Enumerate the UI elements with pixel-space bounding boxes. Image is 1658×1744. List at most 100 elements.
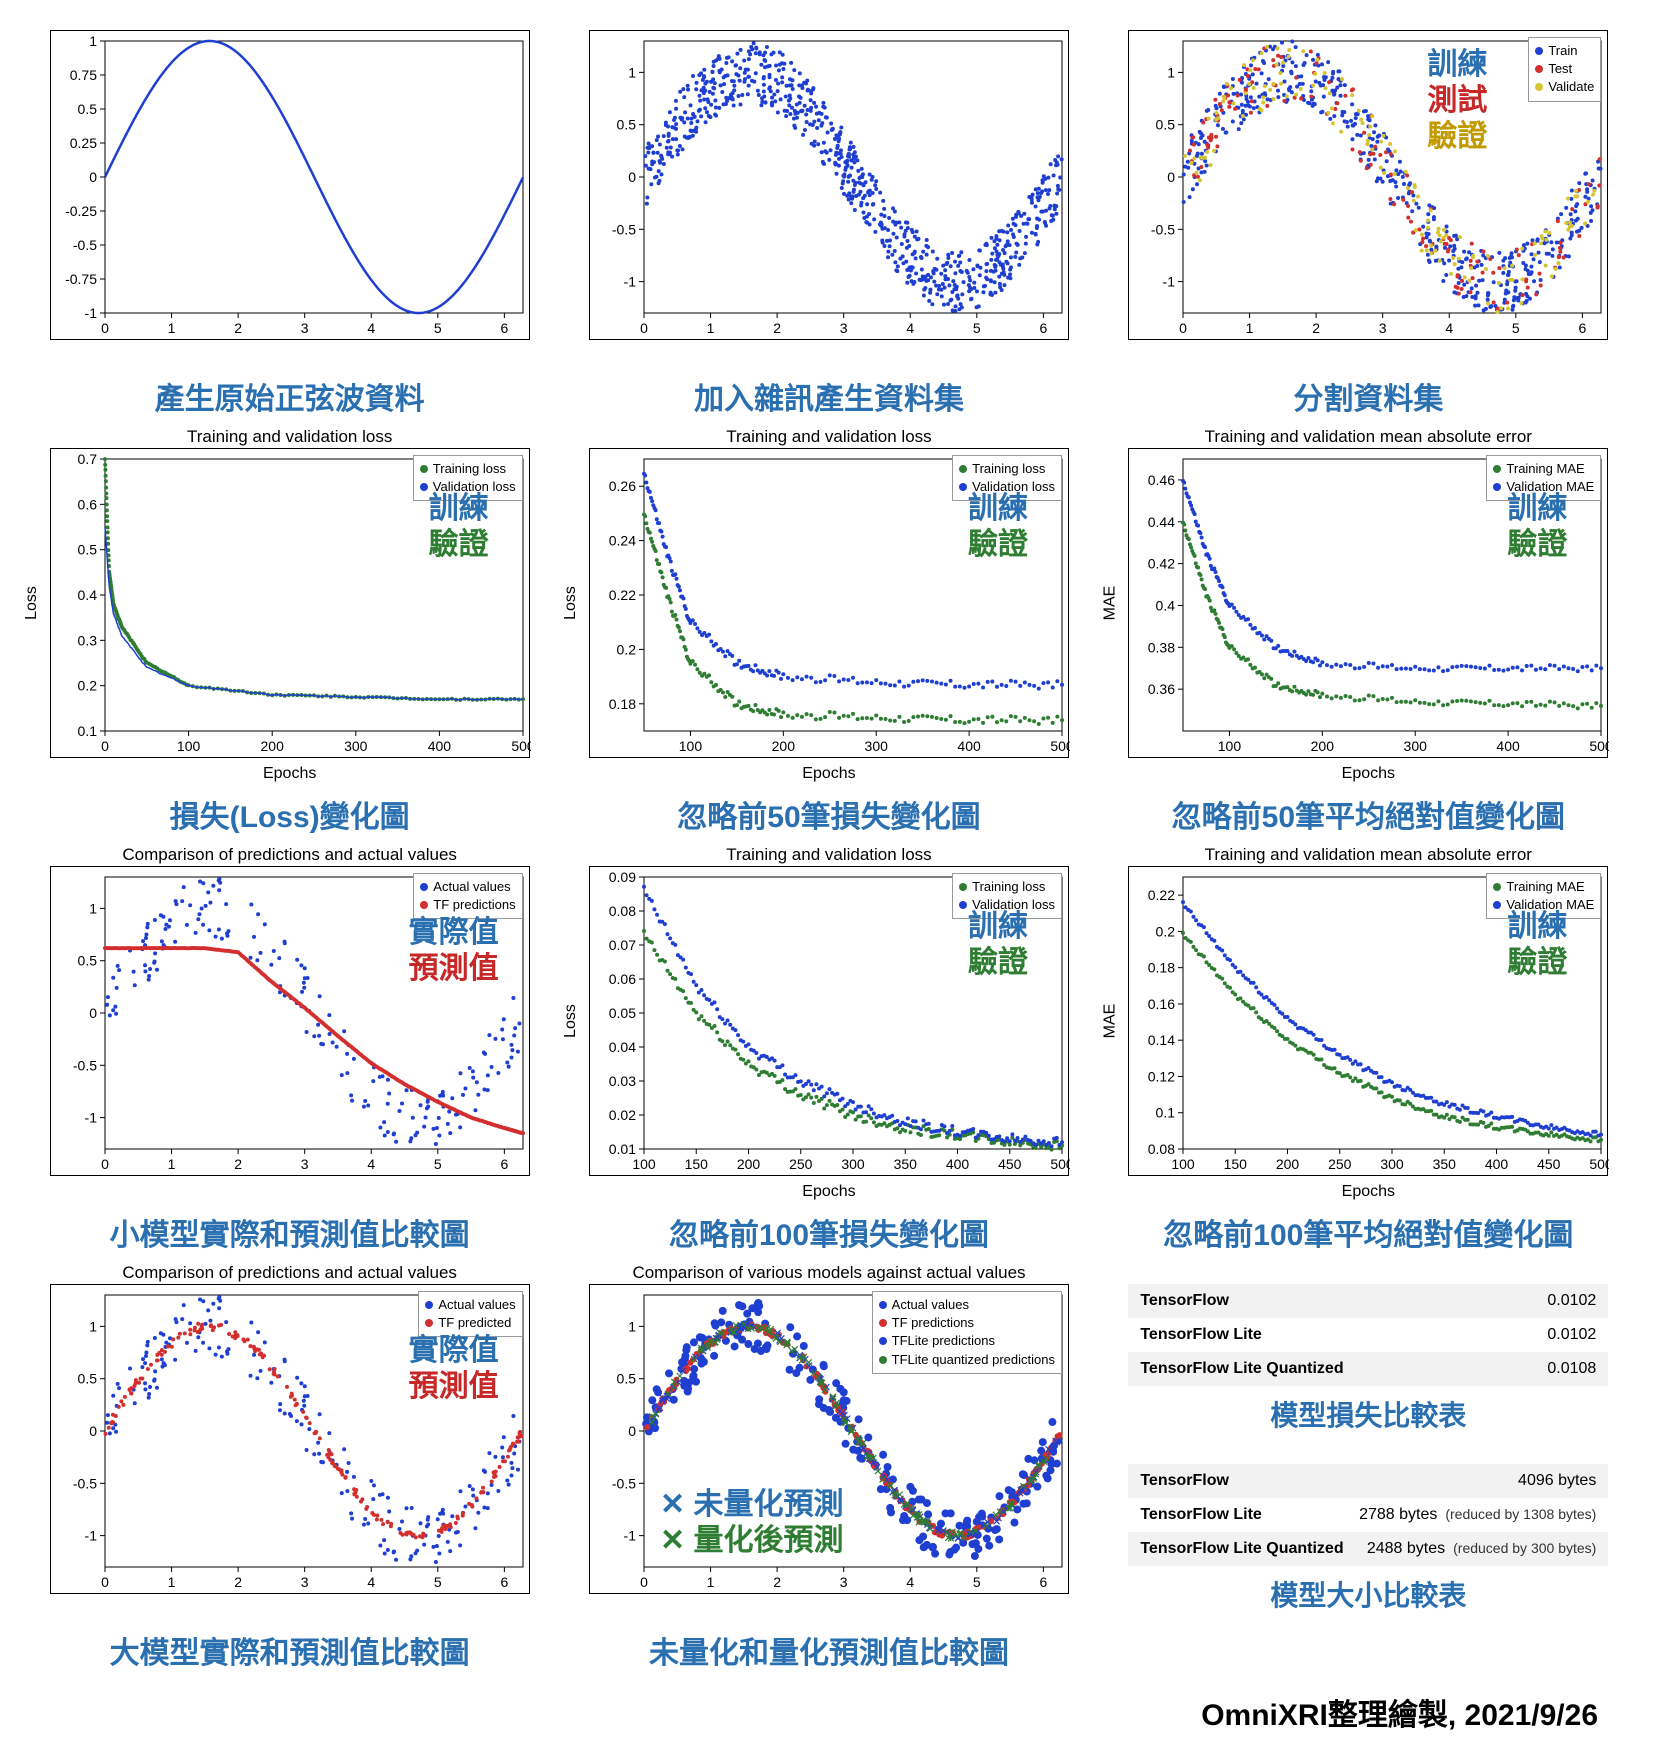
svg-text:0.22: 0.22: [609, 587, 636, 603]
svg-text:0.12: 0.12: [1148, 1068, 1175, 1084]
svg-text:0.3: 0.3: [77, 632, 97, 648]
svg-text:0: 0: [101, 320, 109, 336]
legend: Training MAEValidation MAE: [1486, 873, 1601, 919]
svg-text:300: 300: [1381, 1156, 1405, 1172]
svg-text:0.07: 0.07: [609, 937, 636, 953]
chart-title: Comparison of predictions and actual val…: [51, 1263, 529, 1283]
svg-text:0.5: 0.5: [1156, 117, 1176, 133]
svg-text:500: 500: [1590, 1156, 1610, 1172]
svg-text:100: 100: [679, 738, 703, 754]
svg-text:6: 6: [1039, 320, 1047, 336]
svg-text:-1: -1: [624, 274, 637, 290]
svg-text:1: 1: [167, 1156, 175, 1172]
svg-text:450: 450: [1537, 1156, 1561, 1172]
svg-text:3: 3: [300, 320, 308, 336]
svg-text:1: 1: [89, 1318, 97, 1334]
svg-text:4: 4: [367, 1156, 375, 1172]
svg-text:6: 6: [500, 320, 508, 336]
svg-text:-0.5: -0.5: [73, 237, 97, 253]
svg-text:6: 6: [1039, 1574, 1047, 1590]
legend: Training lossValidation loss: [952, 873, 1062, 919]
caption: 忽略前50筆平均絕對值變化圖: [1172, 792, 1565, 836]
svg-text:500: 500: [1050, 738, 1070, 754]
chart-title: Training and validation loss: [590, 427, 1068, 447]
svg-text:0.2: 0.2: [617, 641, 637, 657]
svg-text:400: 400: [1497, 738, 1521, 754]
caption: 分割資料集: [1293, 374, 1443, 418]
svg-text:0: 0: [640, 320, 648, 336]
svg-text:0.01: 0.01: [609, 1141, 636, 1157]
svg-text:350: 350: [894, 1156, 918, 1172]
svg-text:-0.25: -0.25: [65, 203, 97, 219]
svg-text:4: 4: [367, 320, 375, 336]
chart-c7: Comparison of predictions and actual val…: [40, 866, 539, 1254]
legend: Training lossValidation loss: [413, 455, 523, 501]
chart-c6: Training and validation mean absolute er…: [1119, 448, 1618, 836]
svg-text:-0.5: -0.5: [73, 1475, 97, 1491]
svg-text:1: 1: [628, 64, 636, 80]
chart-title: Comparison of predictions and actual val…: [51, 845, 529, 865]
svg-text:100: 100: [177, 738, 201, 754]
chart-c9: Training and validation mean absolute er…: [1119, 866, 1618, 1254]
svg-text:0.03: 0.03: [609, 1073, 636, 1089]
svg-text:0.7: 0.7: [77, 451, 97, 467]
svg-text:6: 6: [500, 1574, 508, 1590]
svg-text:3: 3: [300, 1156, 308, 1172]
table-row: TensorFlow4096 bytes: [1128, 1464, 1608, 1498]
svg-text:300: 300: [344, 738, 368, 754]
svg-text:0.4: 0.4: [77, 587, 97, 603]
svg-text:2: 2: [773, 320, 781, 336]
legend: Actual valuesTF predictionsTFLite predic…: [872, 1291, 1062, 1374]
svg-text:2: 2: [234, 1156, 242, 1172]
svg-text:0.2: 0.2: [1156, 923, 1176, 939]
svg-text:-1: -1: [624, 1528, 637, 1544]
svg-text:500: 500: [1590, 738, 1610, 754]
legend: Training MAEValidation MAE: [1486, 455, 1601, 501]
svg-text:0: 0: [101, 738, 109, 754]
chart-title: Training and validation mean absolute er…: [1129, 845, 1607, 865]
svg-text:0.1: 0.1: [77, 723, 97, 739]
svg-text:300: 300: [1404, 738, 1428, 754]
svg-text:250: 250: [789, 1156, 813, 1172]
svg-text:0: 0: [1179, 320, 1187, 336]
svg-text:0: 0: [101, 1156, 109, 1172]
table-caption: 模型損失比較表: [1128, 1394, 1608, 1434]
svg-text:2: 2: [773, 1574, 781, 1590]
caption: 損失(Loss)變化圖: [170, 792, 410, 836]
svg-text:0.36: 0.36: [1148, 681, 1175, 697]
svg-text:4: 4: [906, 1574, 914, 1590]
svg-text:450: 450: [998, 1156, 1022, 1172]
svg-text:-0.5: -0.5: [1151, 221, 1175, 237]
svg-text:0.26: 0.26: [609, 478, 636, 494]
svg-text:5: 5: [973, 320, 981, 336]
svg-text:500: 500: [1050, 1156, 1070, 1172]
svg-text:0.05: 0.05: [609, 1005, 636, 1021]
svg-text:0.4: 0.4: [1156, 597, 1176, 613]
svg-text:1: 1: [707, 1574, 715, 1590]
svg-text:0.1: 0.1: [1156, 1105, 1176, 1121]
svg-text:0.09: 0.09: [609, 869, 636, 885]
svg-text:150: 150: [685, 1156, 709, 1172]
chart-c1: 0123456-1-0.75-0.5-0.2500.250.50.751產生原始…: [40, 30, 539, 418]
svg-text:0.16: 0.16: [1148, 996, 1175, 1012]
svg-text:0.75: 0.75: [69, 67, 96, 83]
svg-text:0: 0: [640, 1574, 648, 1590]
svg-text:3: 3: [1379, 320, 1387, 336]
svg-text:4: 4: [1446, 320, 1454, 336]
svg-text:0.08: 0.08: [609, 903, 636, 919]
chart-c11: Comparison of various models against act…: [579, 1284, 1078, 1672]
svg-text:0.44: 0.44: [1148, 514, 1175, 530]
svg-text:200: 200: [260, 738, 284, 754]
svg-text:0.22: 0.22: [1148, 887, 1175, 903]
credit: OmniXRI整理繪製, 2021/9/26: [40, 1690, 1618, 1734]
svg-text:0.5: 0.5: [617, 1371, 637, 1387]
svg-text:5: 5: [434, 1574, 442, 1590]
svg-text:-1: -1: [84, 1110, 97, 1126]
svg-text:4: 4: [906, 320, 914, 336]
caption: 小模型實際和預測值比較圖: [110, 1210, 470, 1254]
caption: 未量化和量化預測值比較圖: [649, 1628, 1009, 1672]
svg-text:200: 200: [1276, 1156, 1300, 1172]
svg-text:0.18: 0.18: [1148, 960, 1175, 976]
caption: 忽略前100筆平均絕對值變化圖: [1163, 1210, 1573, 1254]
svg-text:3: 3: [840, 1574, 848, 1590]
